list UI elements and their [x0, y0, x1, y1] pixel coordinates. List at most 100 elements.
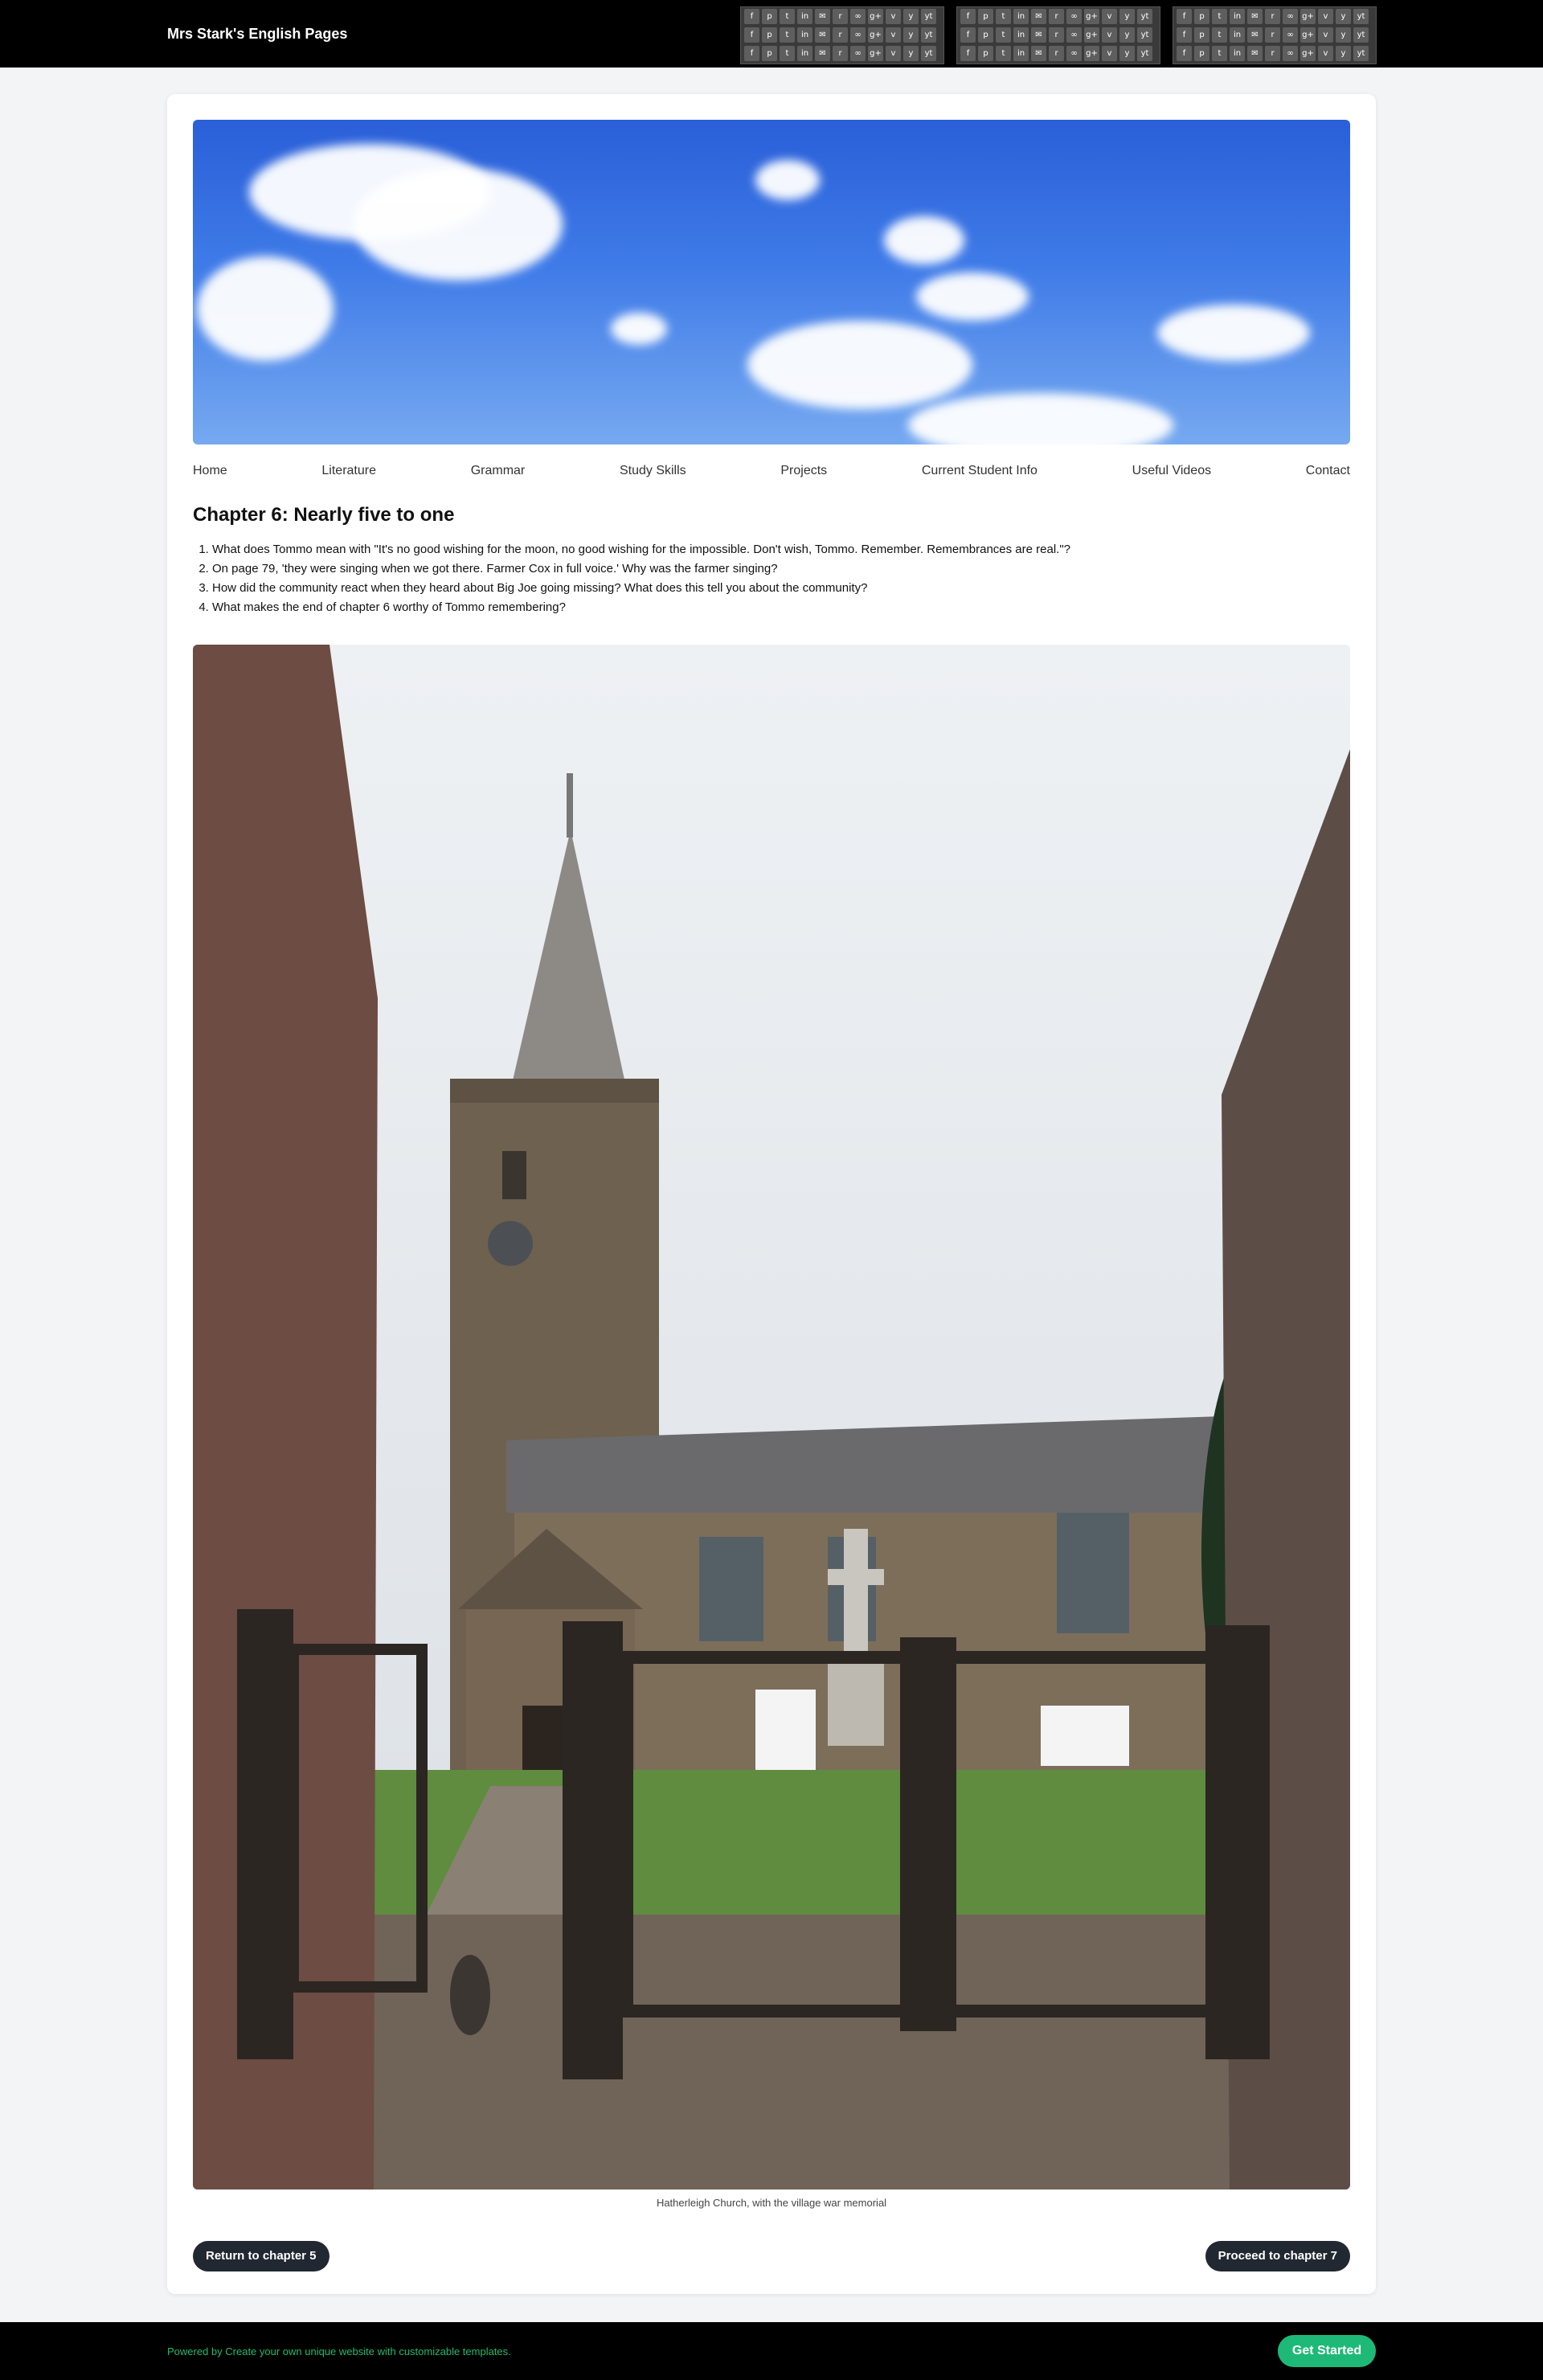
- social-icon[interactable]: r: [833, 46, 848, 61]
- social-icon[interactable]: g+: [868, 27, 883, 43]
- social-icon[interactable]: r: [1265, 9, 1280, 24]
- social-icon[interactable]: ✉: [1031, 27, 1046, 43]
- social-icon[interactable]: g+: [1084, 46, 1099, 61]
- social-icon[interactable]: v: [1102, 9, 1117, 24]
- social-icon[interactable]: v: [886, 27, 901, 43]
- social-icon[interactable]: t: [996, 46, 1011, 61]
- social-icon[interactable]: g+: [1300, 46, 1316, 61]
- get-started-button[interactable]: Get Started: [1278, 2335, 1376, 2367]
- social-icon[interactable]: f: [744, 46, 759, 61]
- social-icon[interactable]: ∞: [850, 46, 866, 61]
- social-icon[interactable]: p: [978, 46, 993, 61]
- social-icon[interactable]: r: [833, 9, 848, 24]
- social-icon[interactable]: t: [996, 27, 1011, 43]
- social-icon[interactable]: in: [797, 46, 812, 61]
- social-icon[interactable]: yt: [1353, 46, 1369, 61]
- social-icon[interactable]: ✉: [1247, 9, 1263, 24]
- social-icon[interactable]: r: [1049, 46, 1064, 61]
- social-icon[interactable]: t: [996, 9, 1011, 24]
- social-icon[interactable]: yt: [921, 27, 936, 43]
- social-icon[interactable]: ✉: [1031, 9, 1046, 24]
- social-icon[interactable]: ✉: [815, 27, 830, 43]
- nav-item-home[interactable]: Home: [193, 464, 227, 478]
- social-icon[interactable]: v: [1318, 46, 1333, 61]
- social-icon[interactable]: y: [1336, 9, 1351, 24]
- social-icon[interactable]: ✉: [815, 46, 830, 61]
- social-icon[interactable]: f: [960, 27, 976, 43]
- social-icon[interactable]: yt: [1137, 27, 1152, 43]
- nav-item-current-student-info[interactable]: Current Student Info: [922, 464, 1038, 478]
- social-icon[interactable]: v: [1102, 46, 1117, 61]
- social-icon[interactable]: v: [1318, 9, 1333, 24]
- site-title[interactable]: Mrs Stark's English Pages: [167, 26, 347, 43]
- nav-item-literature[interactable]: Literature: [321, 464, 376, 478]
- social-icon[interactable]: yt: [1137, 46, 1152, 61]
- social-icon[interactable]: y: [903, 27, 919, 43]
- social-icon[interactable]: y: [1119, 27, 1135, 43]
- social-icon[interactable]: yt: [1353, 9, 1369, 24]
- social-icon[interactable]: t: [1212, 27, 1227, 43]
- social-icon[interactable]: p: [762, 9, 777, 24]
- social-icon[interactable]: g+: [868, 9, 883, 24]
- social-icon[interactable]: p: [978, 9, 993, 24]
- social-icon[interactable]: ∞: [850, 27, 866, 43]
- social-icon[interactable]: f: [1177, 27, 1192, 43]
- social-icon[interactable]: p: [1194, 27, 1209, 43]
- social-icon[interactable]: r: [1265, 27, 1280, 43]
- social-icon[interactable]: ∞: [1283, 9, 1298, 24]
- social-icon[interactable]: g+: [1300, 27, 1316, 43]
- social-icon[interactable]: in: [797, 27, 812, 43]
- social-icon[interactable]: in: [1013, 9, 1029, 24]
- social-icon[interactable]: v: [1102, 27, 1117, 43]
- social-icon[interactable]: yt: [1137, 9, 1152, 24]
- social-icon[interactable]: ∞: [1066, 9, 1082, 24]
- nav-item-useful-videos[interactable]: Useful Videos: [1132, 464, 1211, 478]
- proceed-to-chapter-7-button[interactable]: Proceed to chapter 7: [1205, 2241, 1350, 2271]
- social-icon[interactable]: g+: [1084, 27, 1099, 43]
- social-icon[interactable]: ✉: [1031, 46, 1046, 61]
- social-icon[interactable]: f: [960, 9, 976, 24]
- social-icon[interactable]: in: [1230, 27, 1245, 43]
- social-icon[interactable]: ∞: [850, 9, 866, 24]
- return-to-chapter-5-button[interactable]: Return to chapter 5: [193, 2241, 329, 2271]
- social-icon[interactable]: y: [1119, 9, 1135, 24]
- social-icon[interactable]: p: [978, 27, 993, 43]
- social-icon[interactable]: in: [1230, 9, 1245, 24]
- social-icon[interactable]: g+: [868, 46, 883, 61]
- social-icon[interactable]: p: [1194, 46, 1209, 61]
- social-icon[interactable]: v: [1318, 27, 1333, 43]
- social-icon[interactable]: ✉: [1247, 46, 1263, 61]
- social-icon[interactable]: ∞: [1283, 46, 1298, 61]
- nav-item-projects[interactable]: Projects: [780, 464, 827, 478]
- social-icon[interactable]: f: [960, 46, 976, 61]
- powered-by-text[interactable]: Powered by Create your own unique websit…: [167, 2345, 511, 2357]
- social-icon[interactable]: ✉: [815, 9, 830, 24]
- nav-item-grammar[interactable]: Grammar: [471, 464, 526, 478]
- social-icon[interactable]: t: [1212, 46, 1227, 61]
- social-icon[interactable]: y: [1119, 46, 1135, 61]
- social-icon[interactable]: r: [1049, 27, 1064, 43]
- social-icon[interactable]: ∞: [1066, 27, 1082, 43]
- social-icon[interactable]: t: [1212, 9, 1227, 24]
- nav-item-study-skills[interactable]: Study Skills: [620, 464, 686, 478]
- social-icon[interactable]: v: [886, 46, 901, 61]
- social-icon[interactable]: y: [1336, 27, 1351, 43]
- social-icon[interactable]: t: [780, 9, 795, 24]
- social-icon[interactable]: in: [1230, 46, 1245, 61]
- social-icon[interactable]: ∞: [1066, 46, 1082, 61]
- social-icon[interactable]: r: [833, 27, 848, 43]
- social-icon[interactable]: in: [1013, 46, 1029, 61]
- social-icon[interactable]: f: [1177, 9, 1192, 24]
- social-icon[interactable]: g+: [1084, 9, 1099, 24]
- social-icon[interactable]: ∞: [1283, 27, 1298, 43]
- social-icon[interactable]: r: [1049, 9, 1064, 24]
- social-icon[interactable]: p: [762, 46, 777, 61]
- social-icon[interactable]: f: [1177, 46, 1192, 61]
- social-icon[interactable]: g+: [1300, 9, 1316, 24]
- social-icon[interactable]: r: [1265, 46, 1280, 61]
- social-icon[interactable]: p: [762, 27, 777, 43]
- social-icon[interactable]: t: [780, 46, 795, 61]
- social-icon[interactable]: p: [1194, 9, 1209, 24]
- social-icon[interactable]: f: [744, 27, 759, 43]
- social-icon[interactable]: t: [780, 27, 795, 43]
